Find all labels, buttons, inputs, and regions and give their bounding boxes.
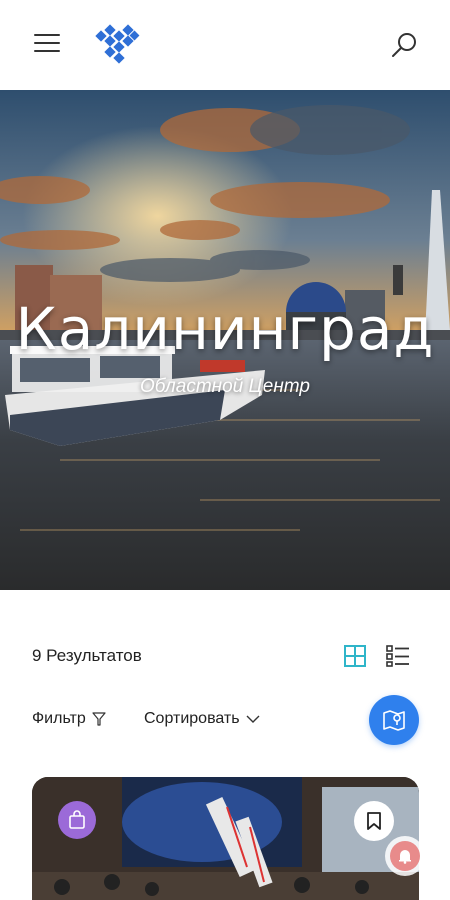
filter-label: Фильтр	[32, 710, 86, 727]
filter-icon	[92, 712, 106, 726]
logo-icon[interactable]	[93, 22, 141, 66]
sort-label: Сортировать	[144, 710, 240, 727]
map-pin-icon	[383, 710, 405, 731]
hero-title: Калининград	[15, 295, 435, 363]
results-count: 9 Результатов	[32, 646, 142, 665]
hero-banner: Калининград Областной Центр	[0, 90, 450, 590]
chevron-down-icon	[246, 715, 260, 723]
page: Калининград Областной Центр 9 Результато…	[0, 0, 450, 900]
hamburger-menu-icon[interactable]	[34, 34, 60, 56]
bookmark-icon[interactable]	[354, 801, 394, 841]
search-icon[interactable]	[390, 30, 420, 60]
map-button[interactable]	[369, 695, 419, 745]
shopping-bag-icon	[58, 801, 96, 839]
grid-view-icon[interactable]	[344, 645, 366, 667]
app-header	[0, 0, 450, 90]
bell-icon	[390, 841, 420, 871]
hero-subtitle: Областной Центр	[140, 376, 310, 397]
list-view-icon[interactable]	[386, 645, 410, 667]
card-image	[32, 777, 419, 900]
sort-button[interactable]: Сортировать	[144, 710, 260, 728]
notification-button[interactable]	[385, 836, 425, 876]
result-card[interactable]	[32, 777, 419, 900]
filter-button[interactable]: Фильтр	[32, 710, 106, 728]
